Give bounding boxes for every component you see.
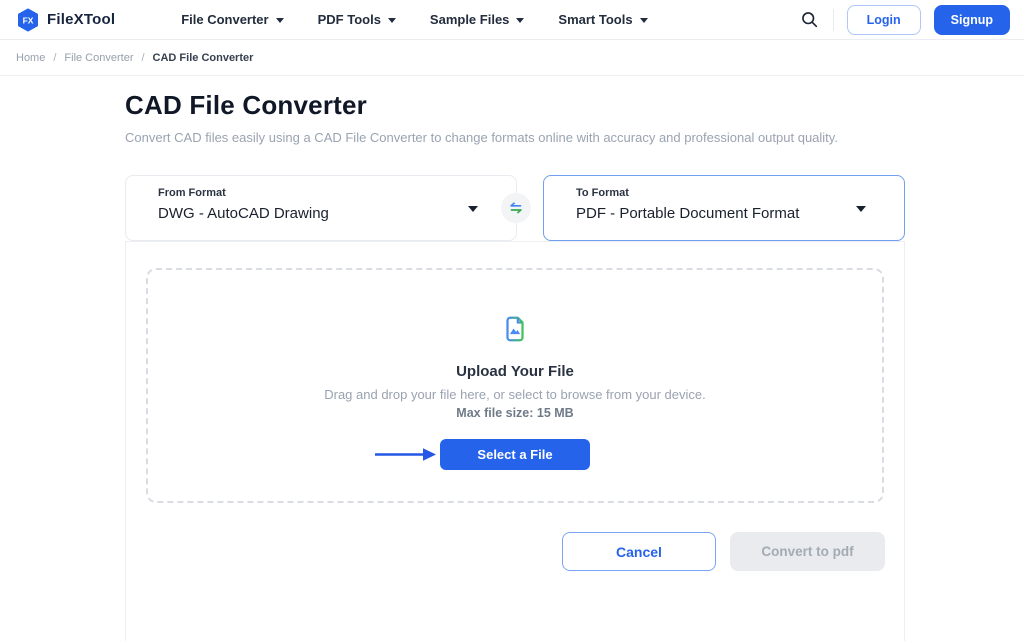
breadcrumb-separator: / xyxy=(141,51,145,64)
swap-formats-button[interactable] xyxy=(501,193,531,223)
swap-horizontal-icon xyxy=(508,200,524,216)
signup-button[interactable]: Signup xyxy=(933,4,1010,35)
to-format-select[interactable]: To Format PDF - Portable Document Format xyxy=(543,175,905,241)
svg-text:FX: FX xyxy=(23,15,34,25)
chevron-down-icon xyxy=(639,17,648,23)
top-nav: FX FileXTool File Converter PDF Tools Sa… xyxy=(0,0,1024,40)
main-content: CAD File Converter Convert CAD files eas… xyxy=(0,90,1024,641)
page-title: CAD File Converter xyxy=(125,90,367,120)
to-format-label: To Format xyxy=(576,187,629,199)
file-dropzone[interactable]: Upload Your File Drag and drop your file… xyxy=(146,268,884,503)
nav-menu: File Converter PDF Tools Sample Files Sm… xyxy=(181,12,648,27)
search-icon xyxy=(801,11,818,28)
search-button[interactable] xyxy=(799,9,820,30)
nav-item-smart-tools[interactable]: Smart Tools xyxy=(558,12,648,27)
from-format-select[interactable]: From Format DWG - AutoCAD Drawing xyxy=(125,175,517,241)
brand-name: FileXTool xyxy=(47,11,116,28)
breadcrumb-home[interactable]: Home xyxy=(16,52,45,64)
image-file-icon xyxy=(500,314,530,344)
upload-card: Upload Your File Drag and drop your file… xyxy=(125,241,905,641)
nav-item-label: File Converter xyxy=(181,12,269,27)
to-format-value: PDF - Portable Document Format xyxy=(576,205,800,222)
chevron-down-icon xyxy=(387,17,396,23)
breadcrumb-separator: / xyxy=(53,51,57,64)
select-file-row: Select a File xyxy=(148,439,882,470)
nav-item-label: PDF Tools xyxy=(317,12,381,27)
login-button[interactable]: Login xyxy=(846,4,921,35)
nav-divider xyxy=(832,8,834,31)
chevron-down-icon xyxy=(856,206,866,212)
upload-heading: Upload Your File xyxy=(456,363,574,380)
nav-item-file-converter[interactable]: File Converter xyxy=(181,12,284,27)
select-file-button[interactable]: Select a File xyxy=(440,439,590,470)
nav-right-group: Login Signup xyxy=(799,4,1010,35)
brand-logo[interactable]: FX FileXTool xyxy=(16,8,115,32)
breadcrumb-current: CAD File Converter xyxy=(152,51,254,64)
chevron-down-icon xyxy=(275,17,284,23)
breadcrumb-file-converter[interactable]: File Converter xyxy=(64,52,133,64)
footer-actions: Cancel Convert to pdf xyxy=(126,532,885,571)
arrow-right-icon xyxy=(374,446,438,468)
from-format-label: From Format xyxy=(158,187,226,199)
filextool-logo-icon: FX xyxy=(16,8,40,32)
nav-item-sample-files[interactable]: Sample Files xyxy=(429,12,525,27)
upload-hint: Drag and drop your file here, or select … xyxy=(324,387,706,402)
nav-item-label: Smart Tools xyxy=(558,12,633,27)
nav-item-pdf-tools[interactable]: PDF Tools xyxy=(318,12,396,27)
cancel-button[interactable]: Cancel xyxy=(562,532,716,571)
upload-max-size: Max file size: 15 MB xyxy=(456,406,574,420)
chevron-down-icon xyxy=(516,17,525,23)
convert-button[interactable]: Convert to pdf xyxy=(730,532,885,571)
from-format-value: DWG - AutoCAD Drawing xyxy=(158,205,329,222)
chevron-down-icon xyxy=(468,206,478,212)
page-subtitle: Convert CAD files easily using a CAD Fil… xyxy=(125,130,838,145)
nav-item-label: Sample Files xyxy=(429,12,510,27)
format-selector-row: From Format DWG - AutoCAD Drawing To For… xyxy=(125,175,905,241)
breadcrumb: Home / File Converter / CAD File Convert… xyxy=(0,40,1024,76)
